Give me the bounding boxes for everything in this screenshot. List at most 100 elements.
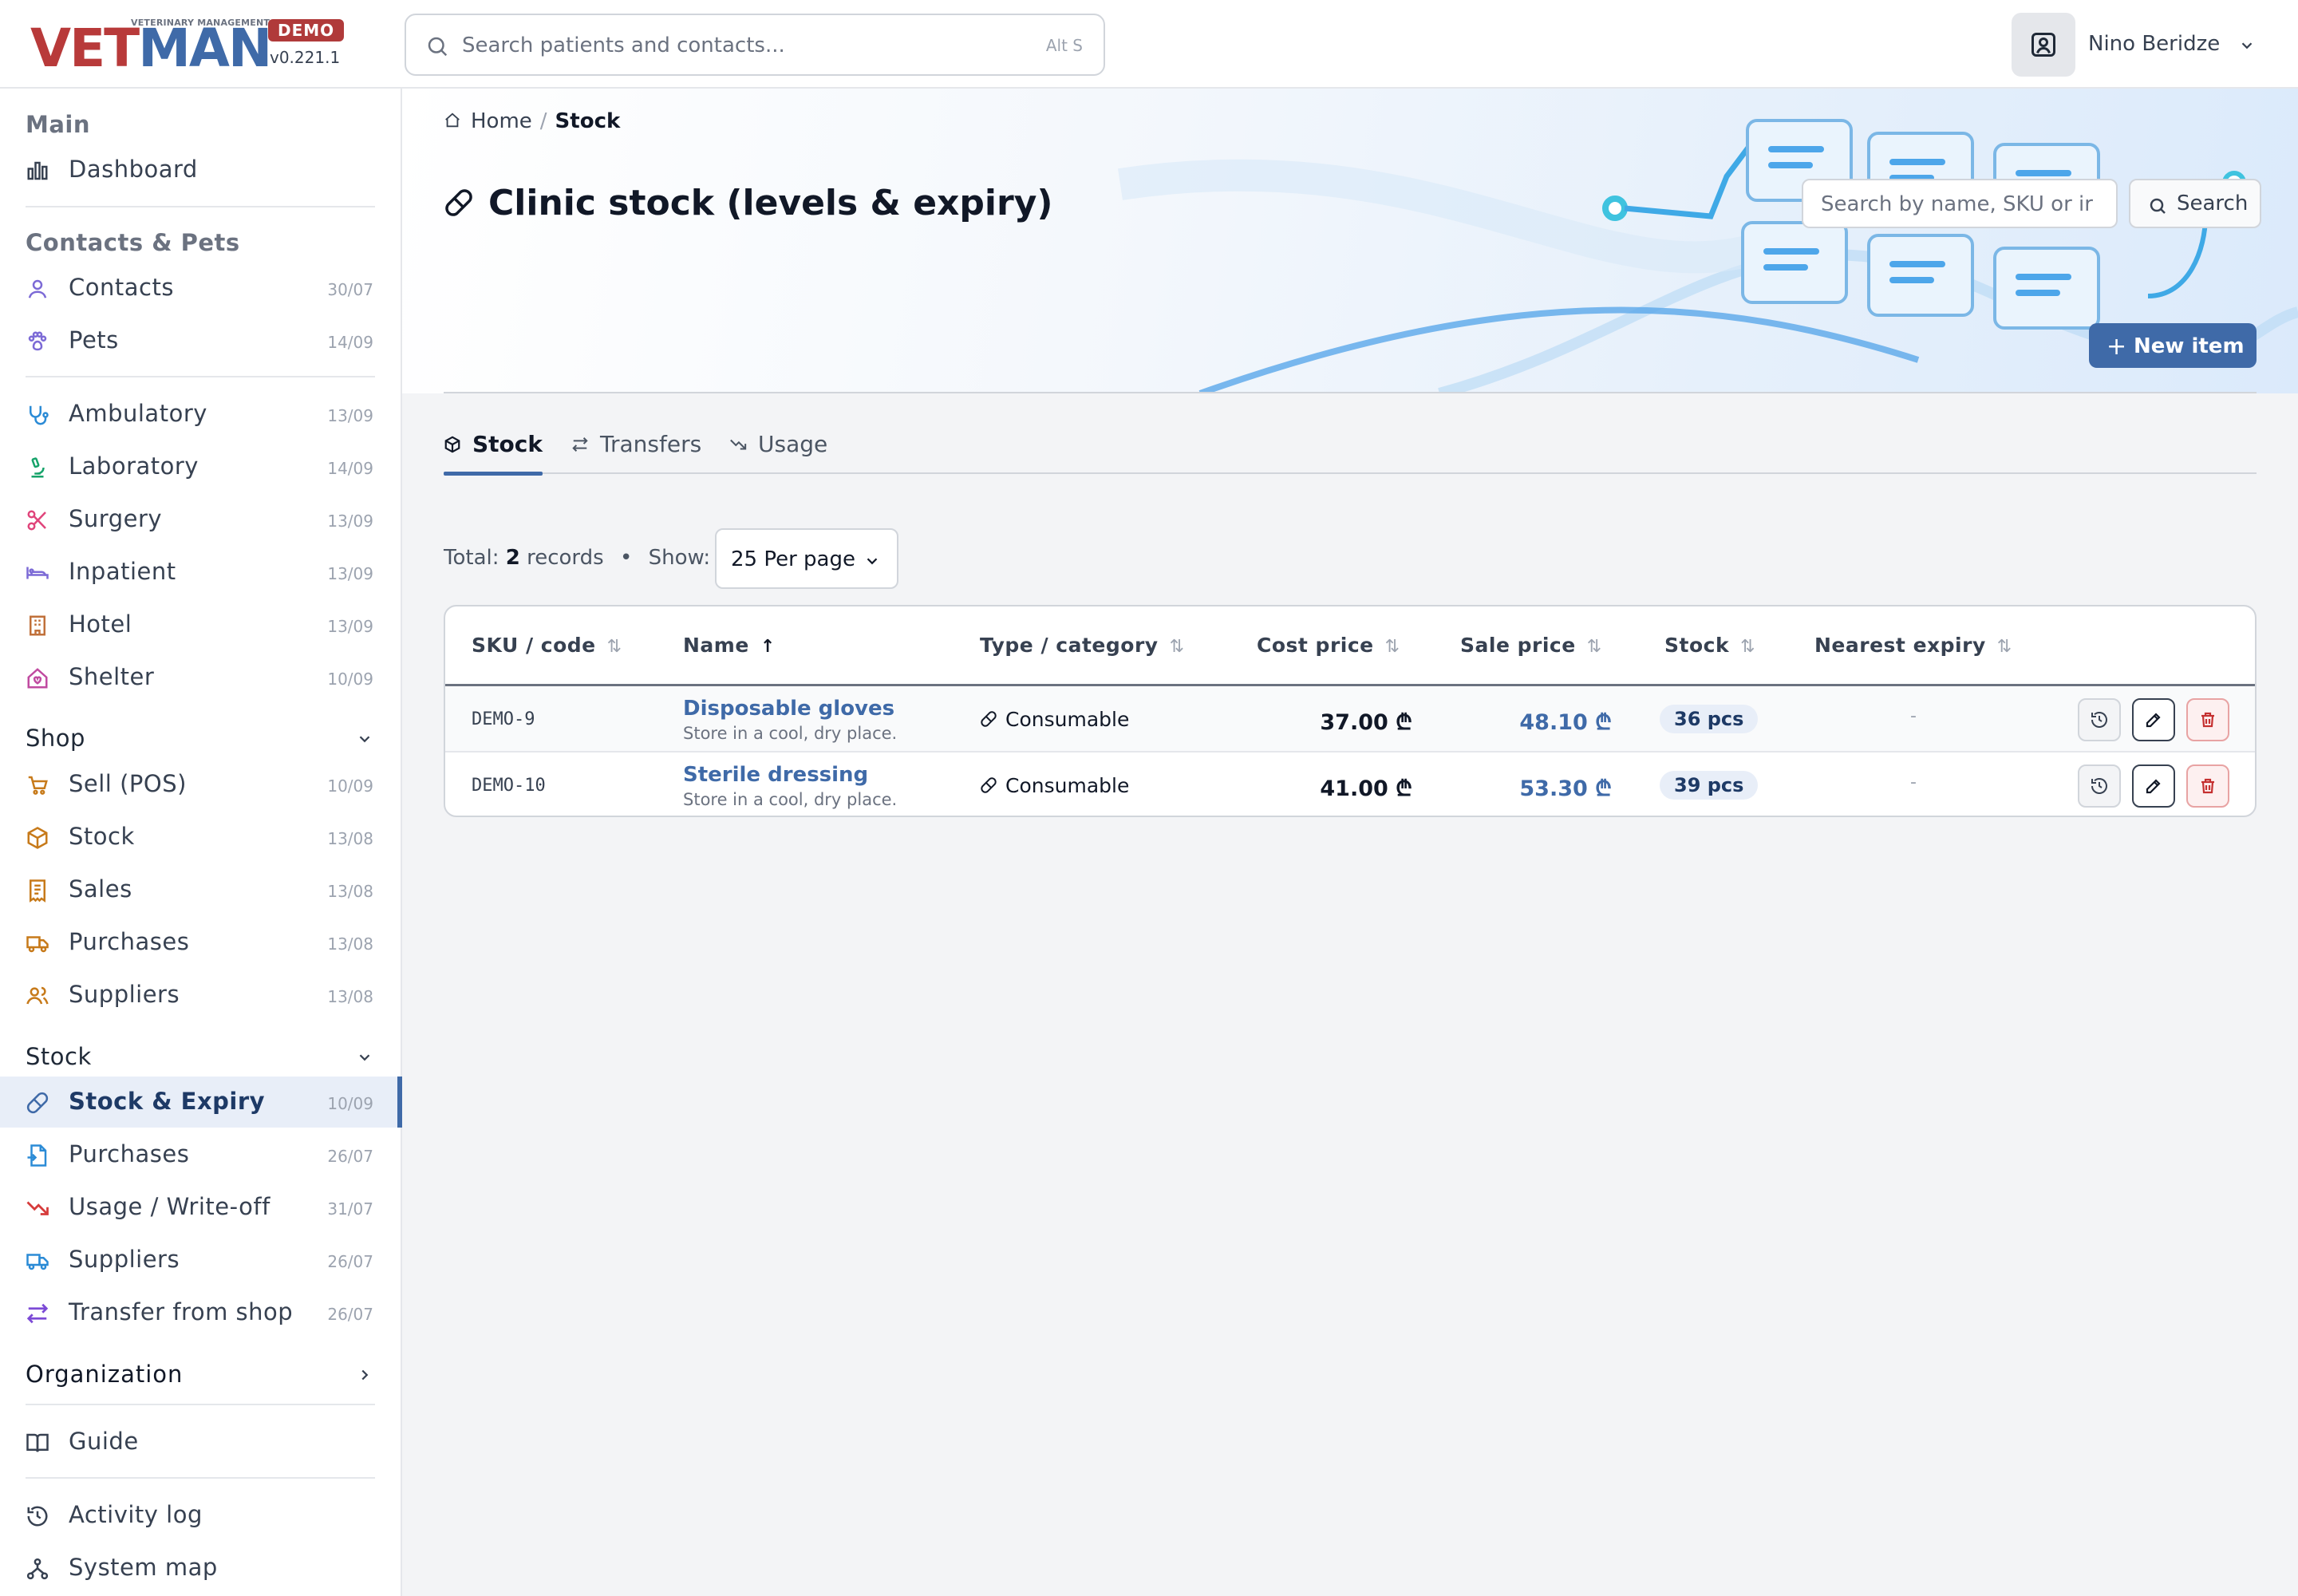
sidebar-item-shop-purchases[interactable]: Purchases 13/08	[0, 917, 401, 968]
user-square-icon	[2031, 33, 2055, 57]
logo-wordmark: VETMAN	[30, 18, 272, 79]
file-import-icon	[27, 1144, 47, 1167]
column-header-nearest-expiry[interactable]: Nearest expiry ⇅	[1814, 634, 2012, 657]
search-icon	[428, 37, 448, 57]
new-item-button[interactable]: + New item	[2089, 323, 2257, 368]
sidebar-item-label: Inpatient	[69, 558, 176, 585]
trend-down-icon	[26, 1201, 49, 1215]
sidebar-item-ambulatory[interactable]: Ambulatory 13/09	[0, 389, 401, 440]
sidebar-item-inpatient[interactable]: Inpatient 13/09	[0, 547, 401, 598]
column-header-cost-price[interactable]: Cost price ⇅	[1257, 634, 1400, 657]
sidebar-item-stock-expiry[interactable]: Stock & Expiry 10/09	[0, 1077, 402, 1128]
table-row[interactable]: DEMO-9 Disposable gloves Store in a cool…	[445, 687, 2255, 753]
new-item-label: New item	[2134, 334, 2245, 358]
column-header-sale-price[interactable]: Sale price ⇅	[1460, 634, 1602, 657]
tab-transfers[interactable]: Transfers	[571, 431, 701, 474]
sidebar-item-activity-log[interactable]: Activity log	[0, 1490, 401, 1541]
history-button[interactable]	[2078, 698, 2121, 741]
global-search[interactable]: Alt S	[405, 14, 1105, 76]
sidebar-item-dashboard[interactable]: Dashboard	[0, 144, 401, 196]
book-icon	[26, 1433, 49, 1452]
sidebar-item-sell-pos[interactable]: Sell (POS) 10/09	[0, 759, 401, 810]
cell-name-link[interactable]: Disposable gloves	[683, 697, 894, 721]
sidebar-item-stock-purchases[interactable]: Purchases 26/07	[0, 1129, 401, 1180]
edit-button[interactable]	[2132, 764, 2175, 808]
hero-divider	[444, 392, 2257, 393]
breadcrumb-separator: /	[539, 109, 547, 133]
search-button[interactable]: Search	[2129, 179, 2261, 228]
sidebar-item-contacts[interactable]: Contacts 30/07	[0, 263, 401, 314]
sort-icon: ⇅	[1996, 637, 2012, 657]
receipt-icon	[30, 879, 45, 903]
sidebar-item-date: 30/07	[327, 280, 373, 299]
cell-name-link[interactable]: Sterile dressing	[683, 763, 868, 787]
cell-description: Store in a cool, dry place.	[683, 790, 898, 809]
sidebar-item-label: Guide	[69, 1428, 139, 1455]
page-header-hero: Home / Stock Clinic stock (levels & expiry…	[402, 89, 2298, 393]
column-header-stock[interactable]: Stock ⇅	[1664, 634, 1755, 657]
sidebar-item-transfer-from-shop[interactable]: Transfer from shop 26/07	[0, 1287, 401, 1338]
delete-button[interactable]	[2186, 698, 2229, 741]
sidebar-item-label: Ambulatory	[69, 400, 207, 427]
trash-icon	[2201, 778, 2214, 794]
sidebar-item-system-map[interactable]: System map	[0, 1543, 401, 1594]
users-icon	[26, 986, 49, 1005]
column-header-type[interactable]: Type / category ⇅	[980, 634, 1185, 657]
edit-button[interactable]	[2132, 698, 2175, 741]
sidebar-item-shelter[interactable]: Shelter 10/09	[0, 652, 401, 703]
sidebar-divider	[26, 376, 375, 377]
chevron-down-icon	[867, 558, 878, 565]
avatar[interactable]	[2012, 13, 2075, 77]
sidebar-divider	[26, 1404, 375, 1405]
sidebar-item-surgery[interactable]: Surgery 13/09	[0, 494, 401, 545]
sidebar-item-date: 26/07	[327, 1147, 373, 1166]
stock-search-input[interactable]	[1821, 190, 2100, 219]
sidebar-item-label: Suppliers	[69, 981, 180, 1008]
chevron-down-icon[interactable]	[356, 730, 373, 748]
chevron-right-icon[interactable]	[356, 1366, 373, 1384]
column-header-sku[interactable]: SKU / code ⇅	[472, 634, 622, 657]
user-menu[interactable]: Nino Beridze	[2012, 13, 2267, 77]
sidebar-divider	[26, 1477, 375, 1479]
table-row[interactable]: DEMO-10 Sterile dressing Store in a cool…	[445, 753, 2255, 816]
box-icon	[444, 436, 460, 453]
stock-search[interactable]	[1802, 179, 2118, 228]
cell-sale-price: 48.10 ₾	[1519, 710, 1612, 735]
sort-icon: ⇅	[606, 637, 622, 657]
search-icon	[2150, 198, 2166, 214]
paw-icon	[28, 331, 47, 351]
pill-icon	[981, 777, 997, 793]
sidebar-item-usage-write-off[interactable]: Usage / Write-off 31/07	[0, 1182, 401, 1233]
vetman-logo[interactable]: VETERINARY MANAGEMENT VETMAN DEMO v0.221…	[30, 18, 349, 77]
sitemap-icon	[26, 1558, 49, 1580]
tab-usage[interactable]: Usage	[729, 431, 827, 474]
sidebar-item-label: Hotel	[69, 610, 132, 638]
tab-stock[interactable]: Stock	[444, 431, 543, 476]
delete-button[interactable]	[2186, 764, 2229, 808]
sidebar-item-laboratory[interactable]: Laboratory 14/09	[0, 441, 401, 492]
sidebar-item-shop-suppliers[interactable]: Suppliers 13/08	[0, 970, 401, 1021]
arrows-left-right-icon	[26, 1303, 49, 1324]
history-button[interactable]	[2078, 764, 2121, 808]
chevron-down-icon[interactable]	[356, 1049, 373, 1066]
sidebar-item-label: Sales	[69, 875, 132, 903]
breadcrumb: Home / Stock	[444, 109, 620, 133]
section-title-stock[interactable]: Stock	[26, 1043, 92, 1070]
sidebar-item-sales[interactable]: Sales 13/08	[0, 864, 401, 915]
global-search-input[interactable]	[462, 30, 957, 61]
breadcrumb-home[interactable]: Home	[471, 109, 532, 133]
house-heart-icon	[27, 668, 48, 689]
sidebar-item-hotel[interactable]: Hotel 13/09	[0, 599, 401, 650]
sidebar-item-guide[interactable]: Guide	[0, 1416, 401, 1468]
per-page-select[interactable]: 25 Per page	[715, 528, 898, 589]
section-title-organization[interactable]: Organization	[26, 1361, 183, 1388]
sidebar-item-pets[interactable]: Pets 14/09	[0, 315, 401, 366]
sort-icon: ⇅	[1586, 637, 1602, 657]
column-header-name[interactable]: Name ↑	[683, 634, 776, 657]
section-title-shop[interactable]: Shop	[26, 725, 85, 752]
chevron-down-icon[interactable]	[2238, 37, 2256, 54]
home-icon[interactable]	[444, 112, 461, 129]
user-name[interactable]: Nino Beridze	[2088, 32, 2220, 56]
sidebar-item-stock-suppliers[interactable]: Suppliers 26/07	[0, 1235, 401, 1286]
sidebar-item-shop-stock[interactable]: Stock 13/08	[0, 812, 401, 863]
